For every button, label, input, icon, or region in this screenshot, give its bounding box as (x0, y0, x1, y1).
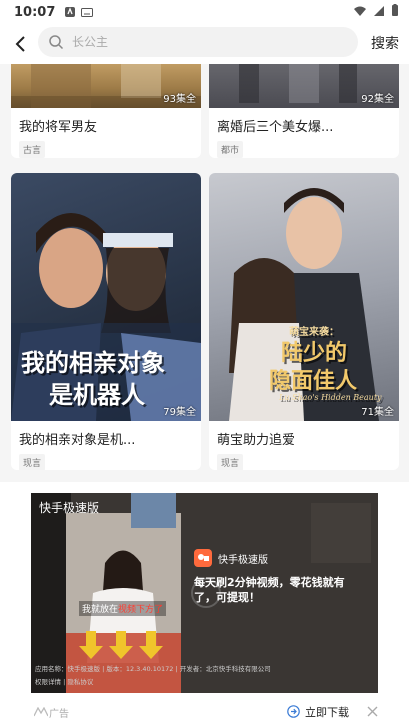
drama-poster: 92集全 (209, 64, 399, 108)
ad-caption-prefix: 我就放在 (82, 605, 119, 615)
ad-headline: 每天刷2分钟视频，零花钱就有了，可提现！ (194, 576, 345, 604)
poster-title-line1: 我的相亲对象 (21, 348, 165, 377)
poster-english-title: Lu Shao's Hidden Beauty (279, 393, 382, 402)
back-arrow-icon (15, 36, 25, 52)
status-time: 10:07 (14, 4, 56, 20)
download-button[interactable]: 立即下载 (305, 704, 349, 720)
drama-title: 我的相亲对象是机... (19, 433, 136, 448)
ad-app-row: 快手极速版 (194, 549, 268, 567)
keyboard-icon (81, 7, 94, 17)
drama-poster: 萌宝来袭： 陆少的 隐面佳人 Lu Shao's Hidden Beauty 7… (209, 173, 399, 421)
signal-icon (374, 5, 384, 16)
ad-logo-icon (34, 707, 48, 717)
notification-icons (65, 7, 94, 17)
drama-title: 我的将军男友 (19, 120, 98, 135)
battery-icon (392, 4, 398, 16)
drama-title: 萌宝助力追爱 (217, 433, 296, 448)
close-icon[interactable] (367, 706, 378, 717)
drama-card[interactable]: 92集全 离婚后三个美女爆... 都市 (209, 64, 399, 158)
ad-app-info: 应用名称：快手极速版 | 版本：12.3.40.10172 | 开发者：北京快手… (35, 665, 271, 673)
ad-footer: 广告 立即下载 (0, 698, 409, 727)
status-right (353, 4, 399, 17)
ad-label: 广告 (49, 709, 69, 720)
genre-tag: 都市 (217, 141, 244, 158)
down-arrow-icon (79, 631, 163, 659)
ad-permission-links[interactable]: 权限详情 | 隐私协议 (35, 676, 93, 686)
drama-card[interactable]: 我的相亲对象 是机器人 79集全 我的相亲对象是机... 现言 (11, 173, 201, 470)
episode-count: 92集全 (361, 94, 394, 105)
poster-title-line2: 是机器人 (49, 380, 145, 409)
ad-app-name: 快手极速版 (218, 554, 268, 566)
drama-card[interactable]: 萌宝来袭： 陆少的 隐面佳人 Lu Shao's Hidden Beauty 7… (209, 173, 399, 470)
episode-count: 93集全 (163, 94, 196, 105)
drama-list: 93集全 我的将军男友 古言 92集全 离婚后三个美女爆... 都市 我的相亲对… (0, 64, 409, 727)
ad-banner[interactable]: 快手极速版 快手极速版 每天刷2分钟视频，零花钱就有了，可提现！ 我就放在视频下… (0, 482, 409, 727)
drama-poster: 93集全 (11, 64, 201, 108)
search-header: 搜索 (0, 24, 409, 64)
app-notification-icon (65, 7, 76, 17)
ad-caption: 我就放在视频下方了 (79, 601, 167, 616)
ad-caption-highlight: 视频下方了 (118, 605, 164, 615)
status-bar: 10:07 (0, 0, 409, 24)
drama-poster: 我的相亲对象 是机器人 79集全 (11, 173, 201, 421)
genre-tag: 现言 (19, 454, 46, 470)
search-button[interactable]: 搜索 (371, 33, 399, 53)
genre-tag: 古言 (19, 141, 46, 158)
search-box[interactable] (38, 27, 358, 57)
ad-media[interactable]: 快手极速版 快手极速版 每天刷2分钟视频，零花钱就有了，可提现！ 我就放在视频下… (31, 493, 378, 693)
back-button[interactable] (0, 24, 40, 64)
episode-count: 79集全 (163, 407, 196, 418)
poster-title-line2: 隐面佳人 (269, 368, 358, 394)
drama-title: 离婚后三个美女爆... (217, 120, 334, 135)
search-input[interactable] (70, 34, 344, 50)
drama-card[interactable]: 93集全 我的将军男友 古言 (11, 64, 201, 158)
episode-count: 71集全 (361, 407, 394, 418)
download-icon (287, 705, 300, 718)
ad-brand-label: 快手极速版 (39, 501, 100, 515)
kuaishou-logo-icon (194, 549, 212, 567)
search-icon (49, 35, 64, 50)
genre-tag: 现言 (217, 454, 244, 470)
wifi-icon (354, 6, 366, 16)
